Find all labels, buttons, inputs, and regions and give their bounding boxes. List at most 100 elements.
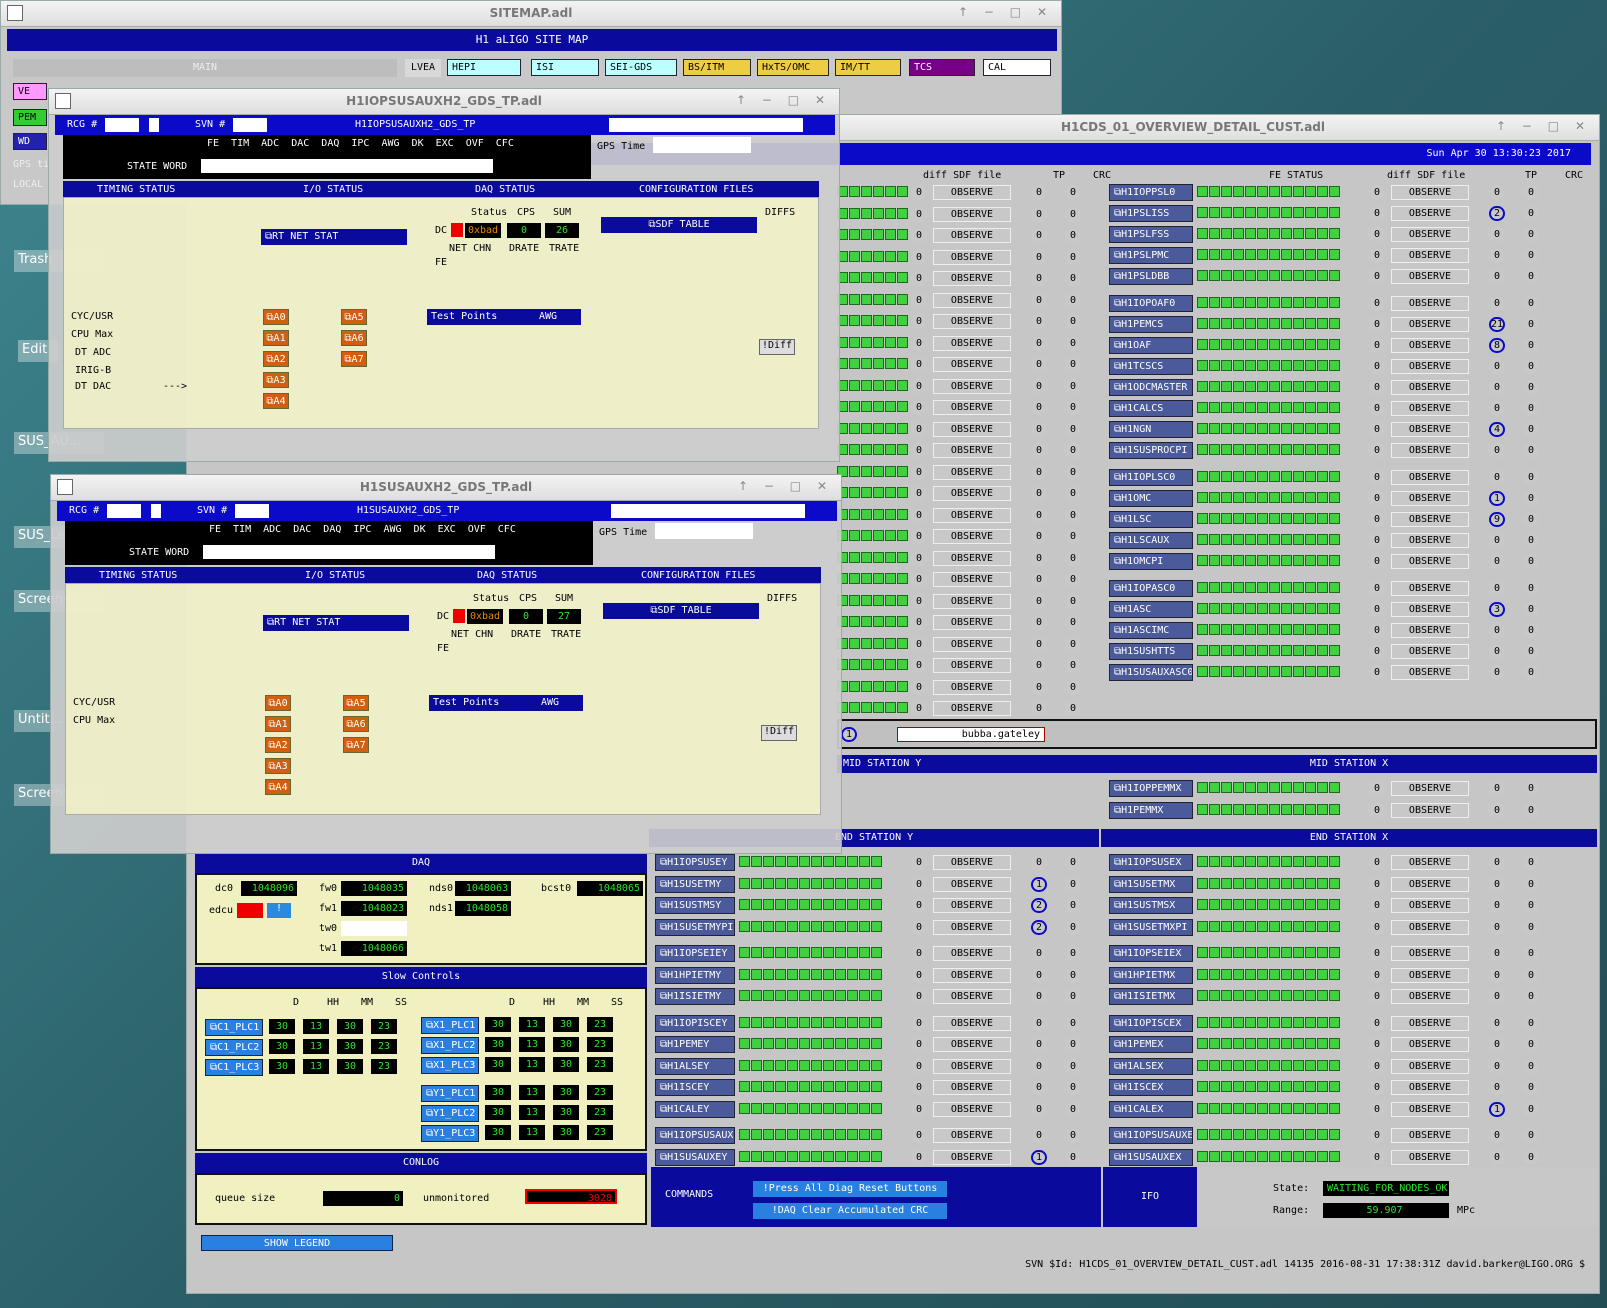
adc-button[interactable]: ⧉A3 — [263, 372, 289, 388]
adc-button[interactable]: ⧉A3 — [265, 758, 291, 774]
fe-model-button[interactable]: ⧉H1SUSTMSY — [655, 897, 735, 914]
fe-model-button[interactable]: ⧉H1LSCAUX — [1109, 532, 1193, 549]
fe-model-button[interactable]: ⧉H1IOPSEIEX — [1109, 945, 1193, 962]
plc-button[interactable]: ⧉Y1_PLC3 — [421, 1125, 479, 1142]
reset-diag-button[interactable]: !Press All Diag Reset Buttons — [753, 1181, 947, 1197]
fe-model-button[interactable]: ⧉H1IOPSUSEX — [1109, 854, 1193, 871]
rt-net-stat-button[interactable]: ⧉RT NET STAT — [261, 229, 407, 245]
fe-model-button[interactable]: ⧉H1SUSHTTS — [1109, 643, 1193, 660]
fe-model-button[interactable]: ⧉H1SUSPROCPI — [1109, 442, 1193, 459]
ve-button[interactable]: VE — [13, 83, 47, 100]
fe-model-button[interactable]: ⧉H1SUSETMX — [1109, 875, 1193, 893]
adc-button[interactable]: ⧉A0 — [265, 695, 291, 711]
bs-itm-button[interactable]: BS/ITM — [683, 59, 751, 76]
adc-button[interactable]: ⧉A4 — [265, 779, 291, 795]
fe-model-button[interactable]: ⧉H1ISIETMX — [1109, 988, 1193, 1005]
fe-model-button[interactable]: ⧉H1SUSETMXPI — [1109, 918, 1193, 936]
fe-model-button[interactable]: ⧉H1PSLPMC — [1109, 247, 1193, 264]
edcu-button[interactable]: ! — [267, 903, 291, 918]
adc-button[interactable]: ⧉A2 — [263, 351, 289, 367]
fe-model-button[interactable]: ⧉H1OMC — [1109, 490, 1193, 507]
adc-button[interactable]: ⧉A7 — [341, 351, 367, 367]
plc-button[interactable]: ⧉X1_PLC3 — [421, 1057, 479, 1074]
fe-model-button[interactable]: ⧉H1ALSEY — [655, 1057, 735, 1075]
fe-model-button[interactable]: ⧉H1IOPISCEX — [1109, 1014, 1193, 1032]
fe-model-button[interactable]: ⧉H1IOPSUSAUXEX — [1109, 1127, 1193, 1144]
window-controls[interactable]: ↑ − □ ✕ — [736, 93, 831, 107]
adc-button[interactable]: ⧉A2 — [265, 737, 291, 753]
adc-button[interactable]: ⧉A7 — [343, 737, 369, 753]
fe-model-button[interactable]: ⧉H1PEMCS — [1109, 316, 1193, 333]
fe-model-button[interactable]: ⧉H1SUSAUXASC0 — [1109, 664, 1193, 681]
diff-button[interactable]: !Diff — [761, 725, 797, 741]
fe-model-button[interactable]: ⧉H1HPIETMX — [1109, 966, 1193, 984]
plc-button[interactable]: ⧉Y1_PLC1 — [421, 1085, 479, 1102]
fe-model-button[interactable]: ⧉H1ISCEY — [655, 1079, 735, 1096]
desktop-icon-label[interactable]: Untit... — [14, 710, 62, 732]
hxts-omc-button[interactable]: HxTS/OMC — [757, 59, 829, 76]
sitemap-titlebar[interactable]: SITEMAP.adl ↑ − □ ✕ — [1, 1, 1061, 27]
fe-model-button[interactable]: ⧉H1PEMEX — [1109, 1036, 1193, 1053]
fe-model-button[interactable]: ⧉H1ALSEX — [1109, 1057, 1193, 1075]
fe-model-button[interactable]: ⧉H1IOPSEIEY — [655, 945, 735, 962]
cal-button[interactable]: CAL — [983, 59, 1051, 76]
plc-button[interactable]: ⧉C1_PLC1 — [205, 1019, 263, 1036]
sdf-table-button[interactable]: ⧉SDF TABLE — [601, 217, 757, 233]
fe-model-button[interactable]: ⧉H1CALCS — [1109, 400, 1193, 417]
fe-model-button[interactable]: ⧉H1OAF — [1109, 337, 1193, 354]
adc-button[interactable]: ⧉A6 — [341, 330, 367, 346]
adc-button[interactable]: ⧉A1 — [265, 716, 291, 732]
fe-model-button[interactable]: ⧉H1ISCEX — [1109, 1079, 1193, 1096]
fe-model-button[interactable]: ⧉H1SUSAUXEY — [655, 1148, 735, 1166]
plc-button[interactable]: ⧉C1_PLC3 — [205, 1059, 263, 1076]
plc-button[interactable]: ⧉Y1_PLC2 — [421, 1105, 479, 1122]
fe-model-button[interactable]: ⧉H1LSC — [1109, 511, 1193, 528]
isi-button[interactable]: ISI — [531, 59, 599, 76]
adc-button[interactable]: ⧉A5 — [343, 695, 369, 711]
fe-model-button[interactable]: ⧉H1CALEY — [655, 1100, 735, 1118]
pem-button[interactable]: PEM — [13, 109, 47, 126]
window-controls[interactable]: ↑ − □ ✕ — [958, 5, 1053, 19]
plc-button[interactable]: ⧉C1_PLC2 — [205, 1039, 263, 1056]
diff-button[interactable]: !Diff — [759, 339, 795, 355]
fe-model-button[interactable]: ⧉H1OMCPI — [1109, 553, 1193, 570]
fe-model-button[interactable]: ⧉H1SUSAUXEX — [1109, 1148, 1193, 1166]
show-legend-button[interactable]: SHOW LEGEND — [201, 1235, 393, 1251]
fe-model-button[interactable]: ⧉H1TCSCS — [1109, 358, 1193, 375]
fe-model-button[interactable]: ⧉H1ODCMASTER — [1109, 379, 1193, 396]
fe-model-button[interactable]: ⧉H1HPIETMY — [655, 966, 735, 984]
sdf-table-button[interactable]: ⧉SDF TABLE — [603, 603, 759, 619]
fe-model-button[interactable]: ⧉H1IOPASC0 — [1109, 580, 1193, 597]
plc-button[interactable]: ⧉X1_PLC1 — [421, 1017, 479, 1034]
fe-model-button[interactable]: ⧉H1IOPPSL0 — [1109, 184, 1193, 201]
fe-model-button[interactable]: ⧉H1IOPLSC0 — [1109, 469, 1193, 486]
fe-model-button[interactable]: ⧉H1ISIETMY — [655, 988, 735, 1005]
adc-button[interactable]: ⧉A4 — [263, 393, 289, 409]
fe-model-button[interactable]: ⧉H1SUSTMSX — [1109, 897, 1193, 914]
fe-model-button[interactable]: ⧉H1IOPSUSEY — [655, 854, 735, 871]
plc-button[interactable]: ⧉X1_PLC2 — [421, 1037, 479, 1054]
clear-crc-button[interactable]: !DAQ Clear Accumulated CRC — [753, 1203, 947, 1219]
fe-model-button[interactable]: ⧉H1PEMMX — [1109, 802, 1193, 819]
fe-model-button[interactable]: ⧉H1SUSETMY — [655, 875, 735, 893]
wd-button[interactable]: WD — [13, 133, 47, 150]
rt-net-stat-button[interactable]: ⧉RT NET STAT — [263, 615, 409, 631]
gds-titlebar[interactable]: H1IOPSUSAUXH2_GDS_TP.adl ↑ − □ ✕ — [49, 89, 839, 115]
fe-model-button[interactable]: ⧉H1ASC — [1109, 601, 1193, 618]
gds-titlebar[interactable]: H1SUSAUXH2_GDS_TP.adl ↑ − □ ✕ — [51, 475, 841, 501]
adc-button[interactable]: ⧉A5 — [341, 309, 367, 325]
fe-model-button[interactable]: ⧉H1CALEX — [1109, 1100, 1193, 1118]
window-controls[interactable]: ↑ − □ ✕ — [738, 479, 833, 493]
fe-model-button[interactable]: ⧉H1IOPISCEY — [655, 1014, 735, 1032]
fe-model-button[interactable]: ⧉H1IOPOAF0 — [1109, 295, 1193, 312]
adc-button[interactable]: ⧉A6 — [343, 716, 369, 732]
fe-model-button[interactable]: ⧉H1PEMEY — [655, 1036, 735, 1053]
fe-model-button[interactable]: ⧉H1SUSETMYPI — [655, 918, 735, 936]
im-tt-button[interactable]: IM/TT — [835, 59, 901, 76]
fe-model-button[interactable]: ⧉H1PSLISS — [1109, 205, 1193, 222]
fe-model-button[interactable]: ⧉H1NGN — [1109, 421, 1193, 438]
adc-button[interactable]: ⧉A0 — [263, 309, 289, 325]
fe-model-button[interactable]: ⧉H1ASCIMC — [1109, 622, 1193, 639]
fe-model-button[interactable]: ⧉H1IOPSUSAUXEY — [655, 1127, 735, 1144]
fe-model-button[interactable]: ⧉H1PSLFSS — [1109, 226, 1193, 243]
